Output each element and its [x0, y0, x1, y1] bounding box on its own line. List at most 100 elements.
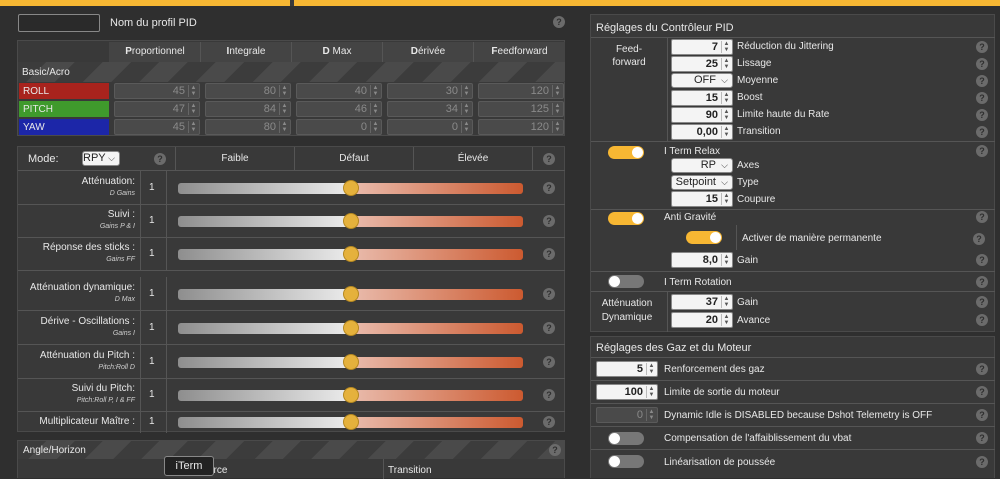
iterm-rotation-toggle[interactable]	[608, 275, 644, 288]
feedforward-label: Réduction du Jittering	[737, 41, 834, 52]
slider-thumb[interactable]	[342, 354, 359, 370]
feedforward-input[interactable]: 15 ▲ ▼	[671, 90, 733, 106]
chevron-down-icon: ⌵	[721, 177, 728, 187]
dynamic-damping-advance-input[interactable]: 20 ▲ ▼	[671, 312, 733, 328]
slider-value: 1	[149, 322, 155, 333]
iterm-relax-type-select[interactable]: Setpoint ⌵	[671, 175, 733, 190]
yaw-ff-input[interactable]: 120 ▲ ▼	[478, 119, 564, 135]
dynamic-idle-input[interactable]: 0 ▲ ▼	[596, 407, 658, 423]
help-icon[interactable]: ?	[973, 233, 985, 245]
feedforward-averaging-select[interactable]: OFF ⌵	[671, 73, 733, 88]
help-icon[interactable]: ?	[543, 389, 555, 401]
slider-thumb[interactable]	[342, 414, 359, 430]
slider-title: Atténuation dynamique:	[29, 282, 135, 293]
slider-thumb[interactable]	[342, 320, 359, 336]
help-icon[interactable]: ?	[976, 109, 988, 121]
help-icon[interactable]: ?	[976, 92, 988, 104]
help-icon[interactable]: ?	[976, 296, 988, 308]
help-icon[interactable]: ?	[976, 314, 988, 326]
yaw-i-input[interactable]: 80 ▲ ▼	[205, 119, 291, 135]
help-icon[interactable]: ?	[976, 276, 988, 288]
iterm-relax-title: I Term Relax	[664, 146, 720, 157]
help-icon[interactable]: ?	[976, 456, 988, 468]
help-icon[interactable]: ?	[549, 444, 561, 456]
help-icon[interactable]: ?	[543, 215, 555, 227]
dynamic-damping-gain-input[interactable]: 37 ▲ ▼	[671, 294, 733, 310]
feedforward-input[interactable]: 0,00 ▲ ▼	[671, 124, 733, 140]
help-icon[interactable]: ?	[154, 153, 166, 165]
help-icon[interactable]: ?	[543, 153, 555, 165]
help-icon[interactable]: ?	[976, 254, 988, 266]
yaw-dmax-input[interactable]: 0 ▲ ▼	[296, 119, 382, 135]
iterm-tooltip: iTerm	[164, 456, 214, 476]
header-feedforward: Feedforward	[491, 46, 548, 57]
anti-gravity-gain-input[interactable]: 8,0 ▲ ▼	[671, 252, 733, 268]
help-icon[interactable]: ?	[553, 16, 565, 28]
slider-thumb[interactable]	[342, 286, 359, 302]
help-icon[interactable]: ?	[543, 322, 555, 334]
help-icon[interactable]: ?	[976, 145, 988, 157]
slider-thumb[interactable]	[342, 246, 359, 262]
mode-select[interactable]: RPY ⌵	[82, 151, 120, 166]
help-icon[interactable]: ?	[543, 248, 555, 260]
anti-gravity-title: Anti Gravité	[664, 212, 717, 223]
throttle-title: Réglages des Gaz et du Moteur	[596, 342, 752, 354]
help-icon[interactable]: ?	[976, 386, 988, 398]
slider-value: 1	[149, 182, 155, 193]
iterm-relax-cutoff-input[interactable]: 15 ▲ ▼	[671, 191, 733, 207]
slider-tuning-panel: Mode: RPY ⌵ ? Faible Défaut Élevée ? Atté…	[17, 146, 565, 433]
feedforward-input[interactable]: 25 ▲ ▼	[671, 56, 733, 72]
slider-title: Réponse des sticks :	[42, 242, 135, 253]
throttle-boost-label: Renforcement des gaz	[664, 364, 765, 375]
column-high: Élevée	[457, 153, 489, 164]
roll-d-input[interactable]: 30 ▲ ▼	[387, 83, 473, 99]
slider-thumb[interactable]	[342, 180, 359, 196]
pitch-d-input[interactable]: 34 ▲ ▼	[387, 101, 473, 117]
roll-i-input[interactable]: 80 ▲ ▼	[205, 83, 291, 99]
roll-dmax-input[interactable]: 40 ▲ ▼	[296, 83, 382, 99]
yaw-p-input[interactable]: 45 ▲ ▼	[114, 119, 200, 135]
motor-output-limit-input[interactable]: 100 ▲ ▼	[596, 384, 658, 400]
anti-gravity-toggle[interactable]	[608, 212, 644, 225]
help-icon[interactable]: ?	[976, 363, 988, 375]
throttle-boost-input[interactable]: 5 ▲ ▼	[596, 361, 658, 377]
help-icon[interactable]: ?	[976, 211, 988, 223]
help-icon[interactable]: ?	[976, 126, 988, 138]
row-label-roll: ROLL	[19, 83, 109, 99]
feedforward-input[interactable]: 90 ▲ ▼	[671, 107, 733, 123]
slider-value: 1	[149, 416, 155, 427]
help-icon[interactable]: ?	[976, 409, 988, 421]
help-icon[interactable]: ?	[976, 432, 988, 444]
slider-title: Suivi du Pitch:	[71, 383, 135, 394]
help-icon[interactable]: ?	[543, 356, 555, 368]
slider-subtitle: Gains FF	[106, 256, 135, 263]
feedforward-row: 25 ▲ ▼ Lissage?	[591, 55, 995, 72]
slider-thumb[interactable]	[342, 213, 359, 229]
help-icon[interactable]: ?	[976, 75, 988, 87]
anti-gravity-permanent-toggle[interactable]	[686, 231, 722, 244]
pitch-i-input[interactable]: 84 ▲ ▼	[205, 101, 291, 117]
pitch-dmax-input[interactable]: 46 ▲ ▼	[296, 101, 382, 117]
slider-title: Atténuation:	[81, 176, 135, 187]
help-icon[interactable]: ?	[543, 416, 555, 428]
help-icon[interactable]: ?	[976, 58, 988, 70]
roll-p-input[interactable]: 45 ▲ ▼	[114, 83, 200, 99]
thrust-linear-toggle[interactable]	[608, 455, 644, 468]
slider-thumb[interactable]	[342, 387, 359, 403]
help-icon[interactable]: ?	[543, 182, 555, 194]
angle-horizon-panel: Angle/Horizon ? orce Transition	[17, 440, 565, 479]
roll-ff-input[interactable]: 120 ▲ ▼	[478, 83, 564, 99]
feedforward-input[interactable]: 7 ▲ ▼	[671, 39, 733, 55]
iterm-relax-axes-select[interactable]: RP ⌵	[671, 158, 733, 173]
chevron-down-icon: ⌵	[721, 160, 728, 170]
slider-value: 1	[149, 288, 155, 299]
pitch-ff-input[interactable]: 125 ▲ ▼	[478, 101, 564, 117]
pitch-p-input[interactable]: 47 ▲ ▼	[114, 101, 200, 117]
help-icon[interactable]: ?	[976, 41, 988, 53]
help-icon[interactable]: ?	[543, 288, 555, 300]
feedforward-row: 0,00 ▲ ▼ Transition?	[591, 123, 995, 140]
profile-name-input[interactable]	[18, 14, 100, 32]
vbat-sag-toggle[interactable]	[608, 432, 644, 445]
iterm-relax-toggle[interactable]	[608, 146, 644, 159]
yaw-d-input[interactable]: 0 ▲ ▼	[387, 119, 473, 135]
